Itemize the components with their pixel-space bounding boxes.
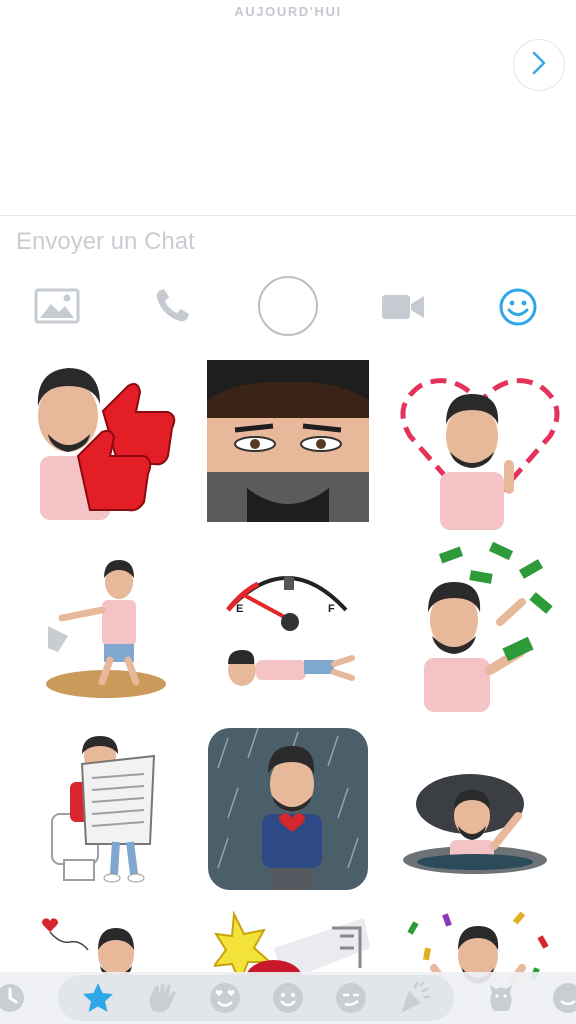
recent-clock-icon[interactable] [0,980,28,1016]
money-rain-sticker[interactable] [410,541,566,712]
thumbs-up-foam-finger-sticker[interactable] [18,356,194,532]
empty-fuel-gauge-sticker[interactable]: E F [212,556,362,706]
phone-icon[interactable] [150,284,194,328]
capture-button[interactable] [258,276,318,336]
video-icon[interactable] [380,290,426,324]
chat-input[interactable]: Envoyer un Chat [16,228,195,256]
favorites-star-icon[interactable] [80,980,116,1016]
image-icon[interactable] [33,285,81,327]
next-button[interactable] [513,39,565,91]
waving-hand-icon[interactable] [144,980,180,1016]
hamster-icon[interactable] [483,980,519,1016]
kick-sticker[interactable] [44,556,174,702]
smirking-face-icon[interactable] [333,980,369,1016]
heart-eyes-face-icon[interactable] [207,980,243,1016]
svg-text:E: E [236,603,243,615]
toilet-newspaper-sticker[interactable] [46,734,158,884]
more-face-icon[interactable] [550,980,576,1016]
category-pill [58,975,454,1021]
party-popper-icon[interactable] [396,980,432,1016]
chat-history-area: AUJOURD'HUI [0,0,576,216]
heart-outline-sticker[interactable] [392,356,568,532]
smiley-icon[interactable] [496,285,540,329]
sticker-grid: E F [0,346,576,986]
manhole-wave-sticker[interactable] [400,766,550,876]
chevron-right-icon [530,50,548,81]
date-label: AUJOURD'HUI [234,4,342,19]
eyes-closeup-sticker[interactable] [207,360,369,522]
sticker-category-tray [0,972,576,1024]
smiling-face-icon[interactable] [270,980,306,1016]
rain-broken-heart-sticker[interactable] [208,727,368,890]
svg-text:F: F [328,603,335,615]
